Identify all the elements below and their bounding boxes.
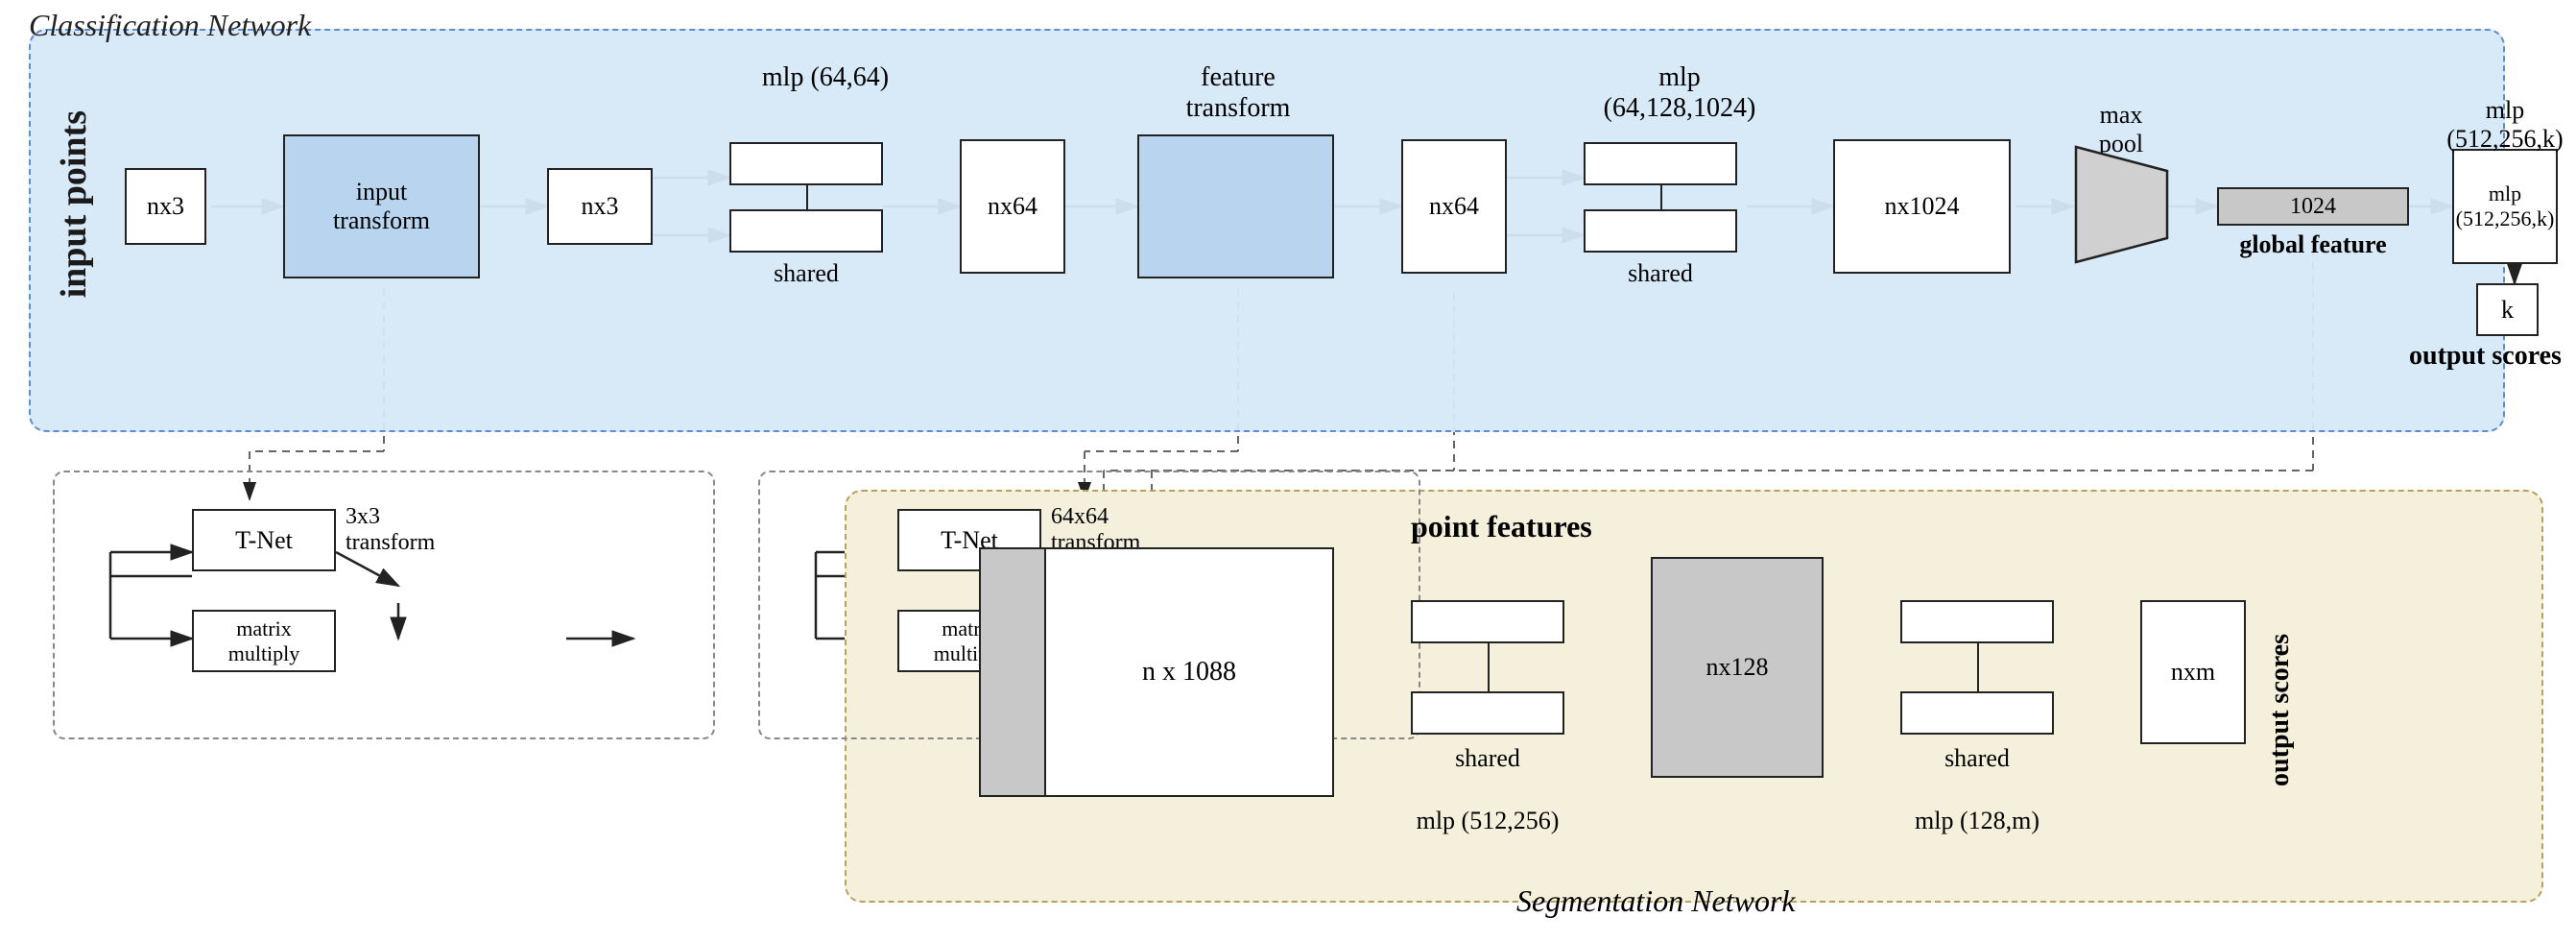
shared2-top-box: [1584, 142, 1737, 185]
k-output-box: k: [2476, 283, 2539, 336]
mlp-512-256-label: mlp (512,256): [1411, 807, 1564, 835]
nx64-box-2: nx64: [1401, 139, 1507, 274]
shared3-top-box: [1411, 600, 1564, 643]
feature-transform-label: featuretransform: [1137, 62, 1339, 124]
max-pool-shape: [2071, 142, 2172, 267]
feature-transform-box: [1137, 134, 1334, 278]
nx1024-box: nx1024: [1833, 139, 2011, 274]
input-points-label: input points: [53, 110, 95, 298]
shared1-connector: [806, 185, 808, 209]
mlp-128-m-label: mlp (128,m): [1900, 807, 2054, 835]
transform-3x3-label: 3x3transform: [346, 504, 435, 556]
point-features-label: point features: [1411, 509, 1592, 544]
global-feature-bar: 1024: [2217, 187, 2409, 226]
nx128-box: nx128: [1651, 557, 1824, 778]
shared2-bottom-box: [1584, 209, 1737, 253]
matrix-multiply1-box: matrixmultiply: [192, 610, 336, 672]
shared4-connector: [1977, 643, 1979, 691]
nx1088-container: n x 1088: [979, 547, 1334, 797]
shared1-top-box: [729, 142, 883, 185]
mlp-64-64-label: mlp (64,64): [729, 62, 921, 93]
mlp-64-128-1024-label: mlp (64,128,1024): [1584, 62, 1776, 124]
output-scores-seg-label: output scores: [2265, 634, 2296, 786]
shared2-label: shared: [1584, 259, 1737, 288]
global-feature-label: global feature: [2217, 230, 2409, 259]
tnet1-box: T-Net: [192, 509, 336, 571]
nx3-box-1: nx3: [125, 168, 206, 245]
shared2-connector: [1660, 185, 1662, 209]
shared1-label: shared: [729, 259, 883, 288]
shared4-label: shared: [1900, 744, 2054, 773]
shared3-bottom-box: [1411, 691, 1564, 735]
shared4-bottom-box: [1900, 691, 2054, 735]
nxm-box: nxm: [2140, 600, 2246, 744]
input-transform-box: inputtransform: [283, 134, 480, 278]
shared4-top-box: [1900, 600, 2054, 643]
nx1088-right: n x 1088: [1046, 547, 1334, 797]
nx1088-left: [979, 547, 1046, 797]
shared1-bottom-box: [729, 209, 883, 253]
mlp-512-256-k-box: mlp(512,256,k): [2452, 149, 2558, 264]
shared3-connector: [1488, 643, 1490, 691]
nx64-box-1: nx64: [960, 139, 1065, 274]
nx3-box-2: nx3: [547, 168, 653, 245]
segmentation-network-label: Segmentation Network: [1516, 883, 1796, 919]
shared3-label: shared: [1411, 744, 1564, 773]
output-scores-class-label: output scores: [2409, 341, 2562, 372]
classification-network-label: Classification Network: [29, 8, 311, 43]
mlp-top-label: mlp(512,256,k): [2433, 96, 2576, 154]
